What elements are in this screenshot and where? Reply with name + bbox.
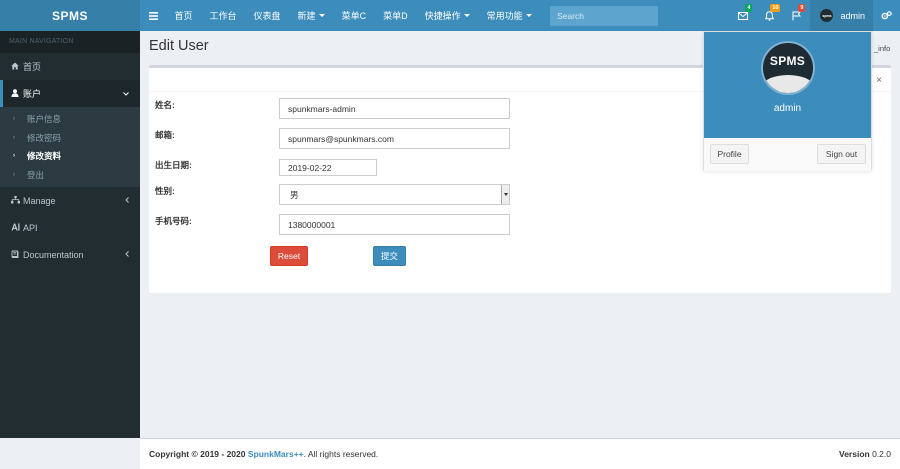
caret-right-icon: › <box>13 134 15 141</box>
gears-icon[interactable] <box>873 0 900 31</box>
caret-right-icon: › <box>13 171 15 178</box>
flag-icon[interactable]: 9 <box>783 0 810 31</box>
nav-item-new[interactable]: 新建 <box>289 0 333 31</box>
user-icon <box>11 88 23 99</box>
search-input[interactable] <box>557 10 659 21</box>
gender-label: 性别: <box>155 186 175 196</box>
nav-item-common[interactable]: 常用功能 <box>478 0 540 31</box>
sidebar-item-account[interactable]: 账户 <box>0 80 140 107</box>
sidebar-item-label: Manage <box>23 195 56 206</box>
nav-item-home[interactable]: 首页 <box>166 0 201 31</box>
copyright-text: Copyright © 2019 - 2020 <box>149 449 246 459</box>
top-nav: 首页 工作台 仪表盘 新建 菜单C 菜单D 快捷操作 常用功能 <box>166 0 659 31</box>
home-icon <box>11 62 23 72</box>
sidebar-header: MAIN NAVIGATION <box>0 31 140 53</box>
envelope-icon[interactable]: 4 <box>729 0 756 31</box>
chevron-left-icon <box>125 250 129 259</box>
nav-item-workbench[interactable]: 工作台 <box>201 0 245 31</box>
brand-link[interactable]: SpunkMars++ <box>248 449 304 459</box>
close-icon[interactable]: × <box>876 75 882 86</box>
top-header: SPMS 首页 工作台 仪表盘 新建 菜单C 菜单D 快捷操作 常用功能 4 1… <box>0 0 900 31</box>
rights-text: . All rights reserved. <box>303 449 379 459</box>
nav-item-menu-d[interactable]: 菜单D <box>375 0 417 31</box>
caret-down-icon <box>463 14 470 17</box>
user-name: admin <box>840 10 865 21</box>
chevron-left-icon <box>125 196 129 205</box>
name-field[interactable]: spunkmars-admin <box>279 98 510 119</box>
caret-down-icon <box>318 14 325 17</box>
page-title: Edit User <box>149 38 209 54</box>
caret-right-icon: › <box>13 153 15 160</box>
sign-out-button[interactable]: Sign out <box>817 144 866 164</box>
nav-item-quick-actions[interactable]: 快捷操作 <box>416 0 478 31</box>
email-label: 邮箱: <box>155 130 175 140</box>
caret-down-icon <box>525 14 532 17</box>
birthday-field[interactable]: 2019-02-22 <box>279 159 377 176</box>
name-label: 姓名: <box>155 100 175 110</box>
breadcrumb[interactable]: _info <box>874 44 890 53</box>
sidebar-item-label: 首页 <box>23 62 42 72</box>
sidebar-submenu-account: › 账户信息 › 修改密码 › 修改资料 › 登出 <box>0 107 140 187</box>
messages-badge: 4 <box>745 4 753 12</box>
sidebar-item-label: API <box>23 222 38 233</box>
nav-item-dashboard[interactable]: 仪表盘 <box>245 0 289 31</box>
sidebar-item-documentation[interactable]: Documentation <box>0 241 140 268</box>
sidebar-subitem-account-info[interactable]: › 账户信息 <box>0 110 140 129</box>
profile-button[interactable]: Profile <box>710 144 749 164</box>
sidebar-item-label: 账户 <box>23 89 42 99</box>
chevron-down-icon <box>123 89 129 98</box>
phone-field[interactable]: 1380000001 <box>279 214 510 235</box>
avatar-large: SPMS <box>760 41 815 95</box>
bell-icon[interactable]: 10 <box>756 0 783 31</box>
sitemap-icon <box>11 195 23 206</box>
reset-button[interactable]: Reset <box>270 246 308 266</box>
logo[interactable]: SPMS <box>0 0 140 31</box>
user-footer: Profile Sign out <box>704 138 871 171</box>
nav-right: 4 10 9 spms admin <box>729 0 900 31</box>
caret-right-icon: › <box>13 116 15 123</box>
sidebar-item-api[interactable]: API <box>0 214 140 241</box>
user-header: SPMS admin <box>704 32 871 138</box>
main-footer: Copyright © 2019 - 2020 SpunkMars++. All… <box>140 438 900 469</box>
sidebar-subitem-logout[interactable]: › 登出 <box>0 166 140 185</box>
gender-select[interactable]: 男 <box>279 184 510 205</box>
sidebar-item-home[interactable]: 首页 <box>0 53 140 80</box>
user-menu-toggle[interactable]: spms admin <box>810 0 873 31</box>
avatar: spms <box>820 9 834 22</box>
sidebar-subitem-edit-profile[interactable]: › 修改资料 <box>0 147 140 166</box>
book-icon <box>11 250 23 260</box>
sidebar: MAIN NAVIGATION 首页 账户 › 账户信息 › 修改密码 › 修改… <box>0 31 140 438</box>
user-dropdown: SPMS admin Profile Sign out <box>703 31 872 171</box>
phone-label: 手机号码: <box>155 216 192 226</box>
submit-button[interactable]: 提交 <box>373 246 406 266</box>
sidebar-item-manage[interactable]: Manage <box>0 187 140 214</box>
user-name: admin <box>773 103 802 114</box>
sidebar-item-label: Documentation <box>23 249 84 260</box>
sidebar-subitem-change-password[interactable]: › 修改密码 <box>0 129 140 148</box>
api-icon <box>11 223 23 233</box>
gender-value: 男 <box>290 189 299 200</box>
tasks-badge: 9 <box>798 4 806 12</box>
search-box <box>550 5 659 26</box>
email-field[interactable]: spunmars@spunkmars.com <box>279 128 510 149</box>
hamburger-icon[interactable] <box>140 0 166 31</box>
notifications-badge: 10 <box>770 4 781 12</box>
birthday-label: 出生日期: <box>155 160 192 170</box>
version-info: Version 0.2.0 <box>839 449 891 459</box>
select-arrow-icon <box>501 185 509 204</box>
nav-item-menu-c[interactable]: 菜单C <box>333 0 375 31</box>
